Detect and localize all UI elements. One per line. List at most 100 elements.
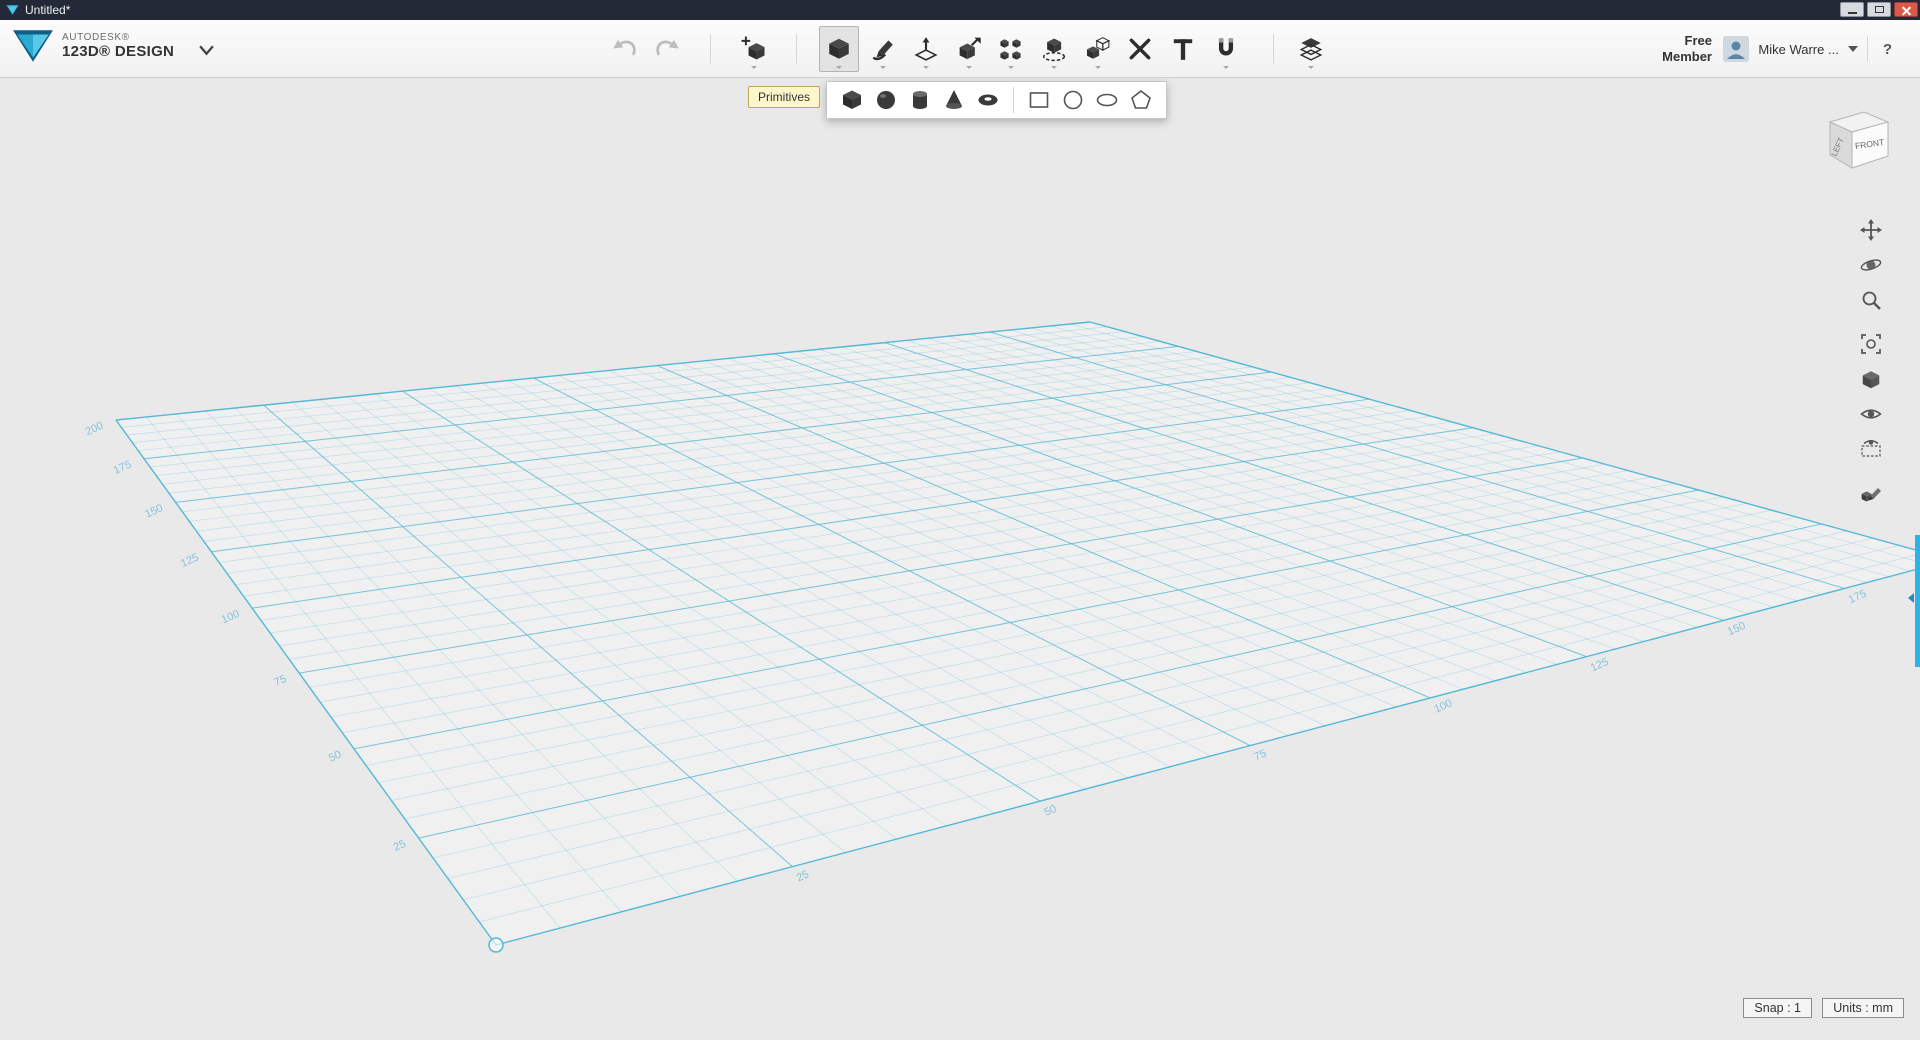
material-layers-icon xyxy=(1298,36,1324,62)
user-account-area: Mike Warre ... ? xyxy=(1723,20,1898,78)
viewport-3d[interactable]: 2525505075751001001251251501501751752002… xyxy=(0,78,1920,1040)
flyout-separator xyxy=(1013,87,1014,113)
help-button[interactable]: ? xyxy=(1877,41,1898,58)
toolbar-separator xyxy=(796,34,797,64)
user-name[interactable]: Mike Warre ... xyxy=(1758,42,1838,57)
pattern-icon xyxy=(998,36,1024,62)
brand-autodesk: AUTODESK® xyxy=(62,32,174,43)
svg-text:175: 175 xyxy=(1847,588,1869,606)
viewport-edge-indicator[interactable] xyxy=(1915,535,1920,667)
pan-icon xyxy=(1860,219,1882,241)
cone-icon xyxy=(942,88,966,112)
svg-text:25: 25 xyxy=(392,838,408,854)
text-tool-button[interactable] xyxy=(1163,26,1203,72)
sketch-rectangle-button[interactable] xyxy=(1022,84,1056,116)
redo-icon xyxy=(653,37,681,61)
toolbar-separator xyxy=(710,34,711,64)
primitive-sphere-button[interactable] xyxy=(869,84,903,116)
svg-text:100: 100 xyxy=(1432,697,1454,715)
titlebar: Untitled* xyxy=(0,0,1920,20)
snap-setting[interactable]: Snap : 1 xyxy=(1743,998,1812,1018)
primitives-tool-button[interactable] xyxy=(819,26,859,72)
snap-tool-button[interactable] xyxy=(1206,26,1246,72)
toolbar-separator xyxy=(1867,36,1868,62)
modify-tool-button[interactable] xyxy=(949,26,989,72)
minimize-icon xyxy=(1848,12,1857,14)
text-tool-icon xyxy=(1170,36,1196,62)
viewport-edge-arrow-icon[interactable] xyxy=(1908,593,1914,603)
edit-material-button[interactable] xyxy=(1857,480,1885,508)
grouping-tool-button[interactable] xyxy=(1034,26,1074,72)
svg-text:100: 100 xyxy=(220,608,242,626)
svg-text:125: 125 xyxy=(1589,656,1611,674)
hidden-edges-button[interactable] xyxy=(1857,434,1885,462)
redo-button[interactable] xyxy=(647,26,687,72)
grouping-icon xyxy=(1041,36,1067,62)
membership-status: Free Member xyxy=(1662,33,1712,66)
polygon-icon xyxy=(1129,88,1153,112)
transform-tool-button[interactable] xyxy=(734,26,774,72)
material-tool-button[interactable] xyxy=(1291,26,1331,72)
eye-icon xyxy=(1860,403,1882,425)
view-mode-button[interactable] xyxy=(1857,366,1885,394)
undo-icon xyxy=(611,37,639,61)
cylinder-icon xyxy=(908,88,932,112)
units-setting[interactable]: Units : mm xyxy=(1822,998,1904,1018)
user-avatar[interactable] xyxy=(1723,36,1749,62)
maximize-icon xyxy=(1875,6,1884,13)
visibility-button[interactable] xyxy=(1857,400,1885,428)
pan-button[interactable] xyxy=(1857,216,1885,244)
construct-tool-button[interactable] xyxy=(906,26,946,72)
primitive-cone-button[interactable] xyxy=(937,84,971,116)
transform-icon xyxy=(741,36,767,62)
membership-line2: Member xyxy=(1662,49,1712,65)
svg-text:125: 125 xyxy=(179,552,201,570)
sketch-ellipse-button[interactable] xyxy=(1090,84,1124,116)
primitive-cylinder-button[interactable] xyxy=(903,84,937,116)
main-menu-chevron-icon[interactable] xyxy=(198,44,215,56)
zoom-button[interactable] xyxy=(1857,286,1885,314)
toolbar-separator xyxy=(1273,34,1274,64)
svg-text:150: 150 xyxy=(143,502,165,520)
svg-text:75: 75 xyxy=(272,673,288,689)
shaded-cube-icon xyxy=(1860,369,1882,391)
fit-view-icon xyxy=(1860,333,1882,355)
view-cube[interactable]: LEFT FRONT xyxy=(1818,100,1898,185)
user-menu-chevron-icon[interactable] xyxy=(1848,46,1858,52)
workplane-grid[interactable]: 2525505075751001001251251501501751752002… xyxy=(0,78,1920,1040)
orbit-button[interactable] xyxy=(1857,251,1885,279)
svg-text:25: 25 xyxy=(795,868,811,884)
minimize-button[interactable] xyxy=(1840,2,1864,17)
autodesk-123d-logo-icon xyxy=(12,28,54,64)
sketch-icon xyxy=(870,36,896,62)
svg-text:50: 50 xyxy=(1042,803,1058,819)
brand-text: AUTODESK® 123D® DESIGN xyxy=(62,32,174,60)
maximize-button[interactable] xyxy=(1867,2,1891,17)
primitive-box-button[interactable] xyxy=(835,84,869,116)
construct-icon xyxy=(913,36,939,62)
sketch-circle-button[interactable] xyxy=(1056,84,1090,116)
fit-view-button[interactable] xyxy=(1857,330,1885,358)
brand-123d-design: 123D® DESIGN xyxy=(62,43,174,60)
pattern-tool-button[interactable] xyxy=(991,26,1031,72)
combine-icon xyxy=(1085,36,1111,62)
main-toolbar: AUTODESK® 123D® DESIGN xyxy=(0,20,1920,78)
measure-icon xyxy=(1127,36,1153,62)
torus-icon xyxy=(976,88,1000,112)
circle-icon xyxy=(1061,88,1085,112)
svg-text:200: 200 xyxy=(84,420,106,438)
sketch-polygon-button[interactable] xyxy=(1124,84,1158,116)
measure-tool-button[interactable] xyxy=(1120,26,1160,72)
undo-button[interactable] xyxy=(605,26,645,72)
sphere-icon xyxy=(874,88,898,112)
magnifier-icon xyxy=(1860,289,1882,311)
svg-text:175: 175 xyxy=(112,459,134,477)
svg-text:150: 150 xyxy=(1726,620,1748,638)
app-brand: AUTODESK® 123D® DESIGN xyxy=(12,28,215,64)
sketch-tool-button[interactable] xyxy=(863,26,903,72)
primitive-torus-button[interactable] xyxy=(971,84,1005,116)
primitives-flyout xyxy=(826,81,1167,119)
close-button[interactable] xyxy=(1894,2,1918,17)
membership-line1: Free xyxy=(1662,33,1712,49)
combine-tool-button[interactable] xyxy=(1078,26,1118,72)
